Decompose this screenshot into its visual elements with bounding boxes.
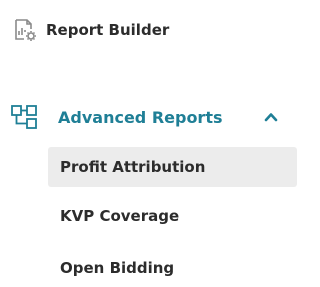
sub-item-label: Profit Attribution — [60, 158, 206, 176]
sub-item-label: KVP Coverage — [60, 207, 180, 225]
sub-item-profit-attribution[interactable]: Profit Attribution — [48, 147, 297, 187]
nav-item-advanced-reports[interactable]: Advanced Reports — [10, 100, 290, 134]
sub-item-open-bidding[interactable]: Open Bidding — [48, 248, 297, 287]
sub-item-kvp-coverage[interactable]: KVP Coverage — [48, 196, 297, 236]
hierarchy-icon — [10, 100, 48, 134]
advanced-reports-label: Advanced Reports — [58, 107, 223, 127]
report-builder-label: Report Builder — [46, 21, 170, 39]
report-builder-icon — [12, 13, 46, 47]
sub-item-label: Open Bidding — [60, 259, 175, 277]
sidebar-nav: Report Builder Advanced Reports Profit A… — [0, 0, 300, 287]
nav-item-report-builder[interactable]: Report Builder — [12, 12, 292, 48]
chevron-up-icon[interactable] — [262, 108, 280, 126]
